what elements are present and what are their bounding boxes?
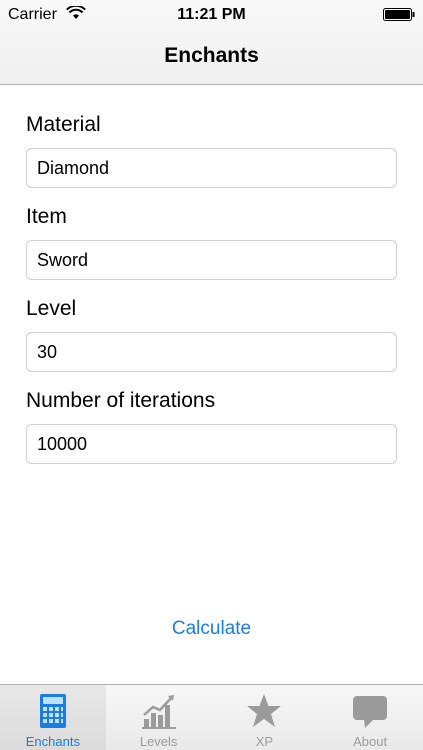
iterations-field[interactable] (26, 424, 397, 464)
item-field[interactable] (26, 240, 397, 280)
battery-icon (383, 8, 415, 21)
calculator-icon (39, 694, 66, 728)
material-label: Material (26, 113, 101, 136)
tab-enchants-label: Enchants (25, 734, 80, 749)
tab-bar: Enchants Levels XP About (0, 684, 423, 750)
page-title: Enchants (164, 44, 259, 67)
chart-icon (141, 695, 176, 729)
tab-levels[interactable]: Levels (106, 685, 212, 750)
tab-about[interactable]: About (317, 685, 423, 750)
star-icon (247, 694, 282, 727)
enchant-form: Material Item Level Number of iterations (26, 110, 397, 478)
iterations-label: Number of iterations (26, 389, 216, 412)
item-label: Item (26, 205, 67, 228)
material-field[interactable] (26, 148, 397, 188)
app-screen: Carrier 11:21 PM Enchants Material Item … (0, 0, 423, 750)
top-bar: Carrier 11:21 PM Enchants (0, 0, 423, 85)
tab-xp-label: XP (255, 734, 274, 749)
tab-levels-label: Levels (139, 734, 178, 749)
level-field[interactable] (26, 332, 397, 372)
status-time: 11:21 PM (177, 6, 246, 23)
level-label: Level (26, 297, 77, 320)
tab-xp[interactable]: XP (212, 685, 318, 750)
tab-enchants[interactable]: Enchants (0, 685, 106, 750)
tab-about-label: About (353, 734, 388, 749)
calculate-button[interactable]: Calculate (0, 618, 423, 640)
status-bar: Carrier 11:21 PM (0, 0, 423, 30)
speech-bubble-icon (353, 696, 388, 728)
